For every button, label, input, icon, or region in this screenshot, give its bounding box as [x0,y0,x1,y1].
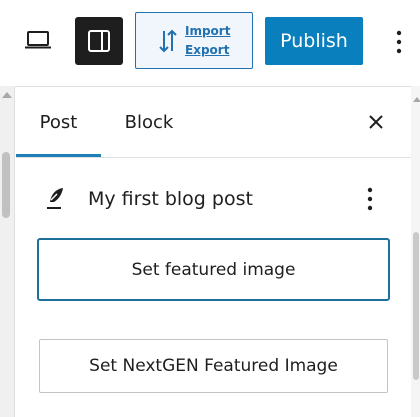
post-title: My first blog post [88,188,253,210]
options-button[interactable] [384,24,414,60]
export-label: Export [185,43,230,57]
quill-icon [47,188,63,209]
import-label: Import [185,24,231,38]
vertical-ellipsis-icon [367,187,373,211]
set-featured-image-button[interactable]: Set featured image [37,238,390,301]
sidebar-panel-icon [88,30,110,52]
close-icon [369,115,383,129]
editor-canvas-edge [0,86,15,417]
preview-device-button[interactable] [16,18,60,62]
sidebar-scrollbar-thumb[interactable] [413,232,419,380]
post-actions-button[interactable] [358,184,382,214]
tab-block[interactable]: Block [101,88,197,156]
swap-arrows-icon [159,29,177,52]
toolbar-divider [0,86,420,87]
settings-sidebar-toggle[interactable] [75,17,123,65]
tab-post[interactable]: Post [16,88,101,156]
tabs-divider [16,157,411,158]
vertical-ellipsis-icon [396,30,402,54]
editor-toolbar: Import Export Publish [0,0,420,86]
scroll-up-arrow-icon[interactable] [2,92,12,98]
laptop-icon [25,31,51,49]
scroll-up-arrow-icon[interactable] [413,97,420,102]
editor-scrollbar-thumb[interactable] [2,152,10,218]
set-nextgen-featured-image-button[interactable]: Set NextGEN Featured Image [39,339,388,393]
import-export-button[interactable]: Import Export [135,12,253,69]
close-sidebar-button[interactable] [360,106,392,138]
publish-button[interactable]: Publish [265,17,363,65]
